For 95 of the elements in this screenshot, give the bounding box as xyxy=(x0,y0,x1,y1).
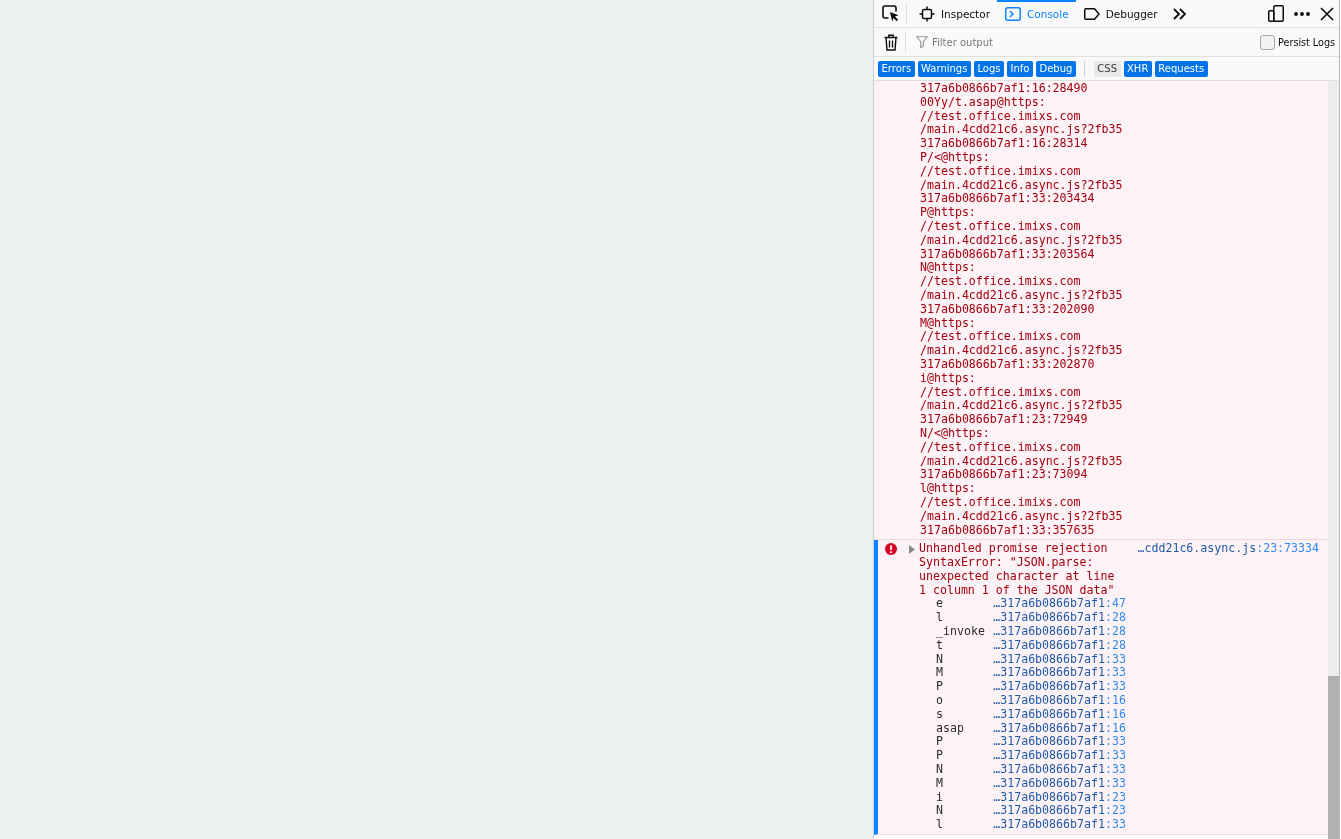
stack-trace-line: 317a6b0866b7af1:23:72949 xyxy=(920,413,1089,427)
stack-trace-line: /main.4cdd21c6.async.js?2fb35 xyxy=(920,344,1124,358)
terminal-icon xyxy=(1005,6,1021,21)
stack-trace-line: 317a6b0866b7af1:16:28490 xyxy=(920,82,1089,96)
stack-trace-line: //test.office.imixs.com xyxy=(920,109,1082,124)
source-link[interactable]: …cdd21c6.async.js:23:73334 xyxy=(1137,542,1319,557)
function-name: l xyxy=(936,611,944,626)
stack-trace-line: //test.office.imixs.com xyxy=(920,495,1082,510)
function-name: i xyxy=(936,790,944,805)
stack-trace-line: N@https: xyxy=(920,261,977,276)
source-link[interactable]: …317a6b0866b7af1:23 xyxy=(993,790,1126,805)
stack-trace-line: 317a6b0866b7af1:33:203564 xyxy=(920,247,1095,262)
source-link[interactable]: …317a6b0866b7af1:33 xyxy=(993,735,1126,750)
stack-trace-line: 317a6b0866b7af1:33:202870 xyxy=(920,357,1095,372)
filter-toggle-button[interactable]: CSS xyxy=(1093,60,1121,77)
stack-trace-line: //test.office.imixs.com xyxy=(920,275,1082,289)
devtools-tab[interactable]: Debugger xyxy=(1075,0,1165,27)
stack-trace-line: 317a6b0866b7af1:16:28314 xyxy=(920,137,1089,151)
function-name: t xyxy=(936,638,943,653)
stack-trace-line: M@https: xyxy=(920,316,977,331)
caret-icon[interactable] xyxy=(909,545,915,555)
source-link[interactable]: …317a6b0866b7af1:33 xyxy=(993,749,1126,764)
stack-trace-line: /main.4cdd21c6.async.js?2fb35 xyxy=(920,123,1124,138)
element-picker-icon[interactable] xyxy=(882,5,900,22)
stack-trace-line: //test.office.imixs.com xyxy=(920,440,1082,455)
scrollbar-thumb[interactable] xyxy=(1328,676,1339,839)
filter-toggle-button[interactable]: Requests xyxy=(1154,60,1208,77)
stack-trace-line: 317a6b0866b7af1:33:203434 xyxy=(920,192,1095,207)
function-name: e xyxy=(936,597,944,612)
source-link[interactable]: …317a6b0866b7af1:28 xyxy=(993,611,1126,626)
stack-trace-line: P@https: xyxy=(920,206,977,220)
scrollbar[interactable] xyxy=(1328,81,1339,839)
function-name: P xyxy=(936,735,943,750)
stack-trace-line: P/<@https: xyxy=(920,151,991,165)
more-icon[interactable] xyxy=(1294,11,1310,16)
function-name: asap xyxy=(936,721,965,736)
stack-trace-line: N/<@https: xyxy=(920,426,991,441)
function-name: o xyxy=(936,694,944,708)
function-name: N xyxy=(936,652,944,667)
tag-icon xyxy=(1083,7,1100,20)
stack-trace-line: /main.4cdd21c6.async.js?2fb35 xyxy=(920,233,1124,248)
stack-trace-line: /main.4cdd21c6.async.js?2fb35 xyxy=(920,454,1124,469)
dock-side-icon[interactable] xyxy=(1268,5,1284,22)
source-link[interactable]: …317a6b0866b7af1:23 xyxy=(993,804,1126,819)
stack-trace-line: //test.office.imixs.com xyxy=(920,330,1082,345)
error-message: Unhandled promise rejection SyntaxError: "JSON.parse: unexpected character at line 1 column 1 of the JSON data" xyxy=(919,542,1116,598)
function-name: M xyxy=(936,666,944,681)
source-link[interactable]: …317a6b0866b7af1:16 xyxy=(993,694,1126,708)
function-name: _invoke xyxy=(936,625,986,639)
source-link[interactable]: …317a6b0866b7af1:33 xyxy=(993,652,1126,667)
filter-toggle-button[interactable]: Warnings xyxy=(917,60,971,77)
function-name: s xyxy=(936,707,944,722)
crosshair-box-icon xyxy=(919,5,935,22)
chevrons-icon[interactable] xyxy=(1172,7,1187,20)
stack-trace-line: 317a6b0866b7af1:33:357635 xyxy=(920,523,1095,538)
filter-icon xyxy=(916,36,928,48)
filter-toggle-button[interactable]: Info xyxy=(1007,60,1033,77)
function-name: l xyxy=(936,818,944,833)
source-link[interactable]: …317a6b0866b7af1:16 xyxy=(993,721,1126,736)
stack-trace-line: //test.office.imixs.com xyxy=(920,219,1082,234)
filter-toggle-button[interactable]: Errors xyxy=(878,60,915,77)
trash-icon[interactable] xyxy=(884,33,898,51)
source-link[interactable]: …317a6b0866b7af1:33 xyxy=(993,763,1126,777)
stack-trace-line: /main.4cdd21c6.async.js?2fb35 xyxy=(920,509,1124,524)
close-icon[interactable] xyxy=(1320,6,1334,21)
devtools-tab[interactable]: Inspector xyxy=(911,0,997,27)
source-link[interactable]: …317a6b0866b7af1:33 xyxy=(993,680,1126,695)
function-name: N xyxy=(936,763,944,777)
source-link[interactable]: …317a6b0866b7af1:16 xyxy=(993,707,1126,722)
function-name: M xyxy=(936,776,944,791)
stack-trace-line: i@https: xyxy=(920,371,977,386)
stack-trace-line: 317a6b0866b7af1:33:202090 xyxy=(920,302,1095,317)
stack-trace-line: /main.4cdd21c6.async.js?2fb35 xyxy=(920,288,1124,303)
stack-trace-line: /main.4cdd21c6.async.js?2fb35 xyxy=(920,178,1124,193)
persist-logs-checkbox[interactable] xyxy=(1260,34,1276,50)
stack-trace-line: /main.4cdd21c6.async.js?2fb35 xyxy=(920,399,1124,414)
persist-logs-label[interactable]: Persist Logs xyxy=(1278,36,1335,48)
filter-toggle-button[interactable]: Logs xyxy=(973,60,1004,77)
source-link[interactable]: …317a6b0866b7af1:33 xyxy=(993,818,1126,833)
source-link[interactable]: …317a6b0866b7af1:33 xyxy=(993,666,1126,681)
function-name: N xyxy=(936,804,944,819)
function-name: P xyxy=(936,749,944,764)
stack-trace-line: 317a6b0866b7af1:23:73094 xyxy=(920,468,1088,483)
source-link[interactable]: …317a6b0866b7af1:33 xyxy=(993,776,1126,791)
stack-trace-line: //test.office.imixs.com xyxy=(920,164,1082,179)
stack-trace-line: l@https: xyxy=(920,482,977,496)
source-link[interactable]: …317a6b0866b7af1:28 xyxy=(993,638,1126,653)
filter-toggle-button[interactable]: Debug xyxy=(1035,60,1076,77)
source-link[interactable]: …317a6b0866b7af1:28 xyxy=(993,625,1126,639)
function-name: P xyxy=(936,680,944,695)
stack-trace-line: //test.office.imixs.com xyxy=(920,385,1082,400)
error-icon xyxy=(885,543,897,556)
source-link[interactable]: …317a6b0866b7af1:47 xyxy=(993,597,1126,612)
stack-trace-line: 00Yy/t.asap@https: xyxy=(920,95,1047,110)
filter-toggle-button[interactable]: XHR xyxy=(1123,60,1152,77)
